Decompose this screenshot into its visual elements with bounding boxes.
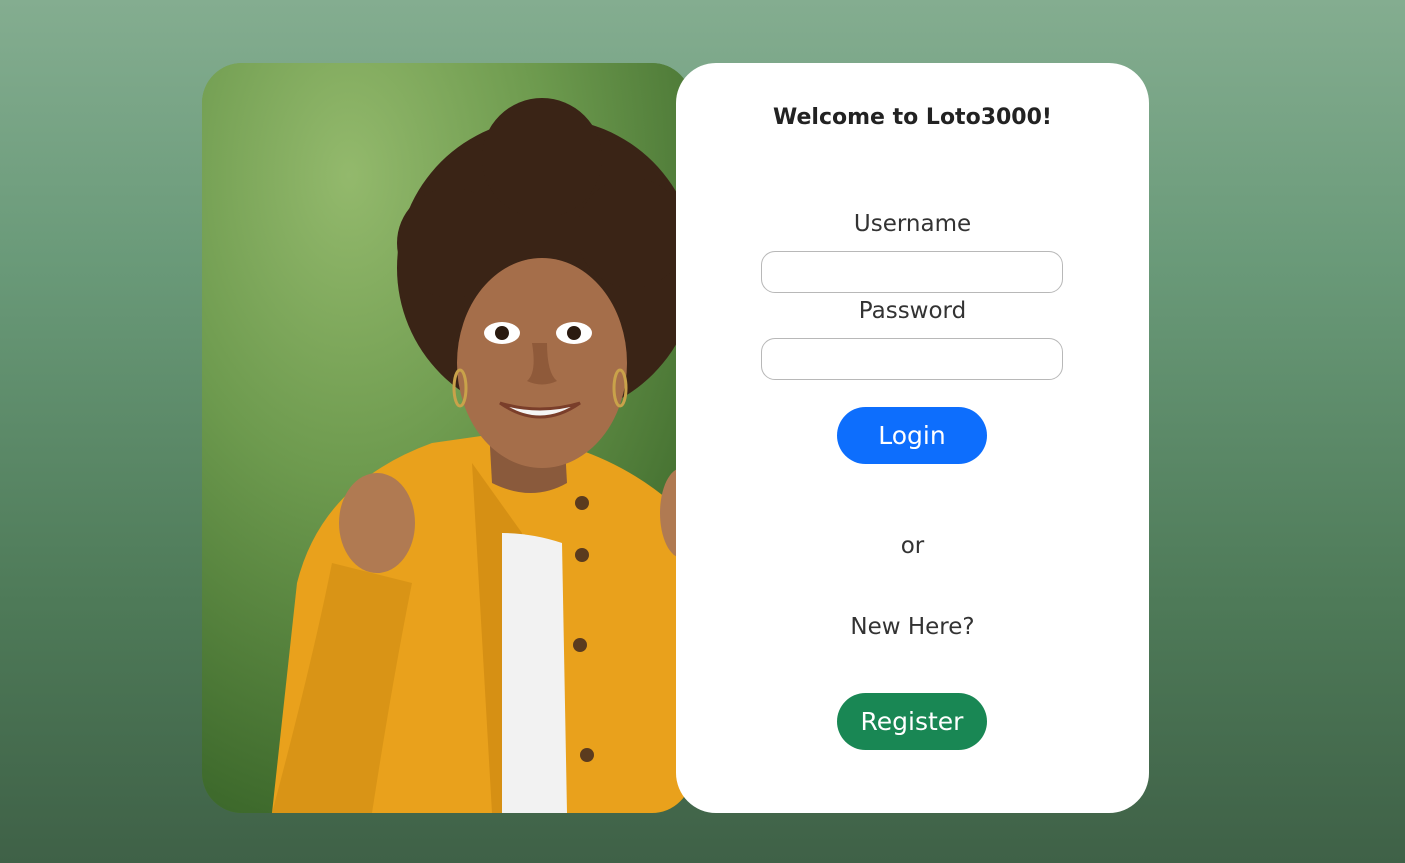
username-input[interactable]: [761, 251, 1063, 293]
page-title: Welcome to Loto3000!: [773, 105, 1052, 130]
or-divider-text: or: [900, 533, 925, 559]
username-label: Username: [853, 211, 972, 237]
password-input[interactable]: [761, 338, 1063, 380]
hero-photo: [202, 63, 692, 813]
login-button[interactable]: Login: [837, 407, 987, 464]
new-here-text: New Here?: [850, 614, 975, 640]
password-label: Password: [858, 298, 967, 324]
hero-illustration: [202, 63, 692, 813]
register-button[interactable]: Register: [837, 693, 987, 750]
login-card: Welcome to Loto3000! Username Password L…: [676, 63, 1149, 813]
